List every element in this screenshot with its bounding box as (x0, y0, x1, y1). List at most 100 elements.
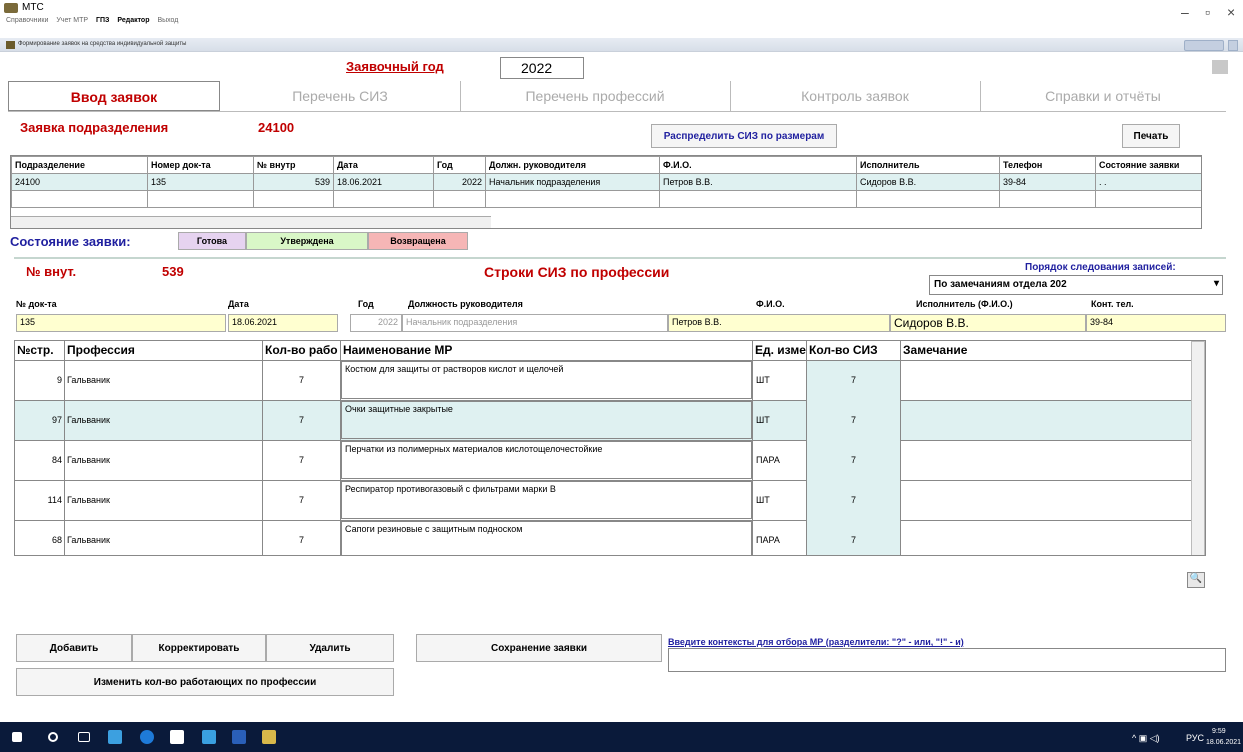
save-request-button[interactable]: Сохранение заявки (416, 634, 662, 662)
workers-cell[interactable]: 7 (263, 521, 341, 555)
mr-name-text[interactable]: Сапоги резиновые с защитным подноском (341, 521, 752, 555)
edit-button[interactable]: Корректировать (132, 634, 266, 662)
search-icon[interactable]: 🔍 (1187, 572, 1205, 588)
qty-cell[interactable]: 7 (807, 481, 901, 521)
year-field[interactable]: 2022 (500, 57, 584, 79)
date-field[interactable]: 18.06.2021 (228, 314, 338, 332)
profession-cell[interactable]: Гальваник (65, 481, 263, 521)
close-button[interactable]: × (1227, 4, 1235, 20)
edge-icon[interactable] (140, 730, 154, 744)
column-header[interactable]: Кол-во СИЗ (807, 341, 901, 361)
mr-name-cell[interactable]: Костюм для защиты от растворов кислот и … (341, 361, 753, 401)
workers-cell[interactable]: 7 (263, 361, 341, 401)
cell[interactable]: . . (1095, 173, 1201, 191)
tab-siz-list[interactable]: Перечень СИЗ (220, 81, 460, 111)
phone-field[interactable]: 39-84 (1086, 314, 1226, 332)
add-button[interactable]: Добавить (16, 634, 132, 662)
language-indicator[interactable]: РУС (1186, 733, 1204, 743)
column-header[interactable]: Кол-во рабо (263, 341, 341, 361)
change-workers-button[interactable]: Изменить кол-во работающих по профессии (16, 668, 394, 696)
column-header[interactable]: Год (433, 156, 486, 174)
mdi-window-controls[interactable] (1184, 40, 1224, 51)
column-header[interactable]: Состояние заявки (1095, 156, 1201, 174)
maximize-button[interactable]: ▫ (1205, 4, 1210, 20)
table-row[interactable]: 68 Гальваник 7 Сапоги резиновые с защитным … (15, 521, 1205, 555)
executor-field[interactable]: Сидоров В.В. (890, 314, 1086, 332)
tab-professions[interactable]: Перечень профессий (460, 81, 730, 111)
mr-name-cell[interactable]: Перчатки из полимерных материалов кислот… (341, 441, 753, 481)
tab-input[interactable]: Ввод заявок (8, 81, 220, 111)
word-icon[interactable] (232, 730, 246, 744)
table-row[interactable]: 84 Гальваник 7 Перчатки из полимерных матер… (15, 441, 1205, 481)
fio-field[interactable]: Петров В.В. (668, 314, 890, 332)
table-row[interactable]: 24100 135 539 18.06.2021 2022 Начальник … (11, 173, 1201, 191)
cell[interactable]: 39-84 (999, 173, 1096, 191)
tab-reports[interactable]: Справки и отчёты (980, 81, 1226, 111)
column-header[interactable]: Подразделение (11, 156, 148, 174)
cell[interactable]: 539 (253, 173, 334, 191)
distribute-siz-button[interactable]: Распределить СИЗ по размерам (651, 124, 837, 148)
unit-cell[interactable]: ШТ (753, 481, 807, 521)
profession-cell[interactable]: Гальваник (65, 401, 263, 441)
row-number-cell[interactable]: 84 (15, 441, 65, 481)
filter-input[interactable] (668, 648, 1226, 672)
note-cell[interactable] (901, 361, 1193, 401)
menu-exit[interactable]: Выход (157, 17, 178, 24)
workers-cell[interactable]: 7 (263, 481, 341, 521)
table-row[interactable]: 97 Гальваник 7 Очки защитные закрытые ШТ 7 (15, 401, 1205, 441)
cell[interactable]: 24100 (11, 173, 148, 191)
unit-cell[interactable]: ПАРА (753, 441, 807, 481)
column-header[interactable]: Профессия (65, 341, 263, 361)
minimize-button[interactable]: – (1181, 4, 1189, 20)
mr-name-text[interactable]: Костюм для защиты от растворов кислот и … (341, 361, 752, 399)
store-icon[interactable] (170, 730, 184, 744)
app-taskbar-icon[interactable] (262, 730, 276, 744)
unit-cell[interactable]: ШТ (753, 361, 807, 401)
mr-name-text[interactable]: Перчатки из полимерных материалов кислот… (341, 441, 752, 479)
mr-name-cell[interactable]: Респиратор противогазовый с фильтрами ма… (341, 481, 753, 521)
column-header[interactable]: №стр. (15, 341, 65, 361)
mr-name-text[interactable]: Респиратор противогазовый с фильтрами ма… (341, 481, 752, 519)
mdi-close-button[interactable] (1228, 40, 1238, 51)
workers-cell[interactable]: 7 (263, 401, 341, 441)
cell[interactable]: 135 (147, 173, 254, 191)
unit-cell[interactable]: ПАРА (753, 521, 807, 555)
row-number-cell[interactable]: 9 (15, 361, 65, 401)
menu-directories[interactable]: Справочники (6, 17, 48, 24)
tab-control[interactable]: Контроль заявок (730, 81, 980, 111)
table-row[interactable]: 114 Гальваник 7 Респиратор противогазовый с… (15, 481, 1205, 521)
qty-cell[interactable]: 7 (807, 361, 901, 401)
menu-gpz[interactable]: ГПЗ (96, 17, 109, 24)
horizontal-scrollbar[interactable] (11, 216, 491, 228)
tray-icons[interactable]: ^ ▣ ◁) (1132, 733, 1160, 744)
cell[interactable]: Начальник подразделения (485, 173, 660, 191)
row-number-cell[interactable]: 68 (15, 521, 65, 555)
column-header[interactable]: Номер док-та (147, 156, 254, 174)
menu-editor[interactable]: Редактор (117, 17, 149, 24)
note-cell[interactable] (901, 441, 1193, 481)
column-header[interactable]: Телефон (999, 156, 1096, 174)
profession-cell[interactable]: Гальваник (65, 521, 263, 555)
mr-name-cell[interactable]: Сапоги резиновые с защитным подноском (341, 521, 753, 555)
cell[interactable]: 18.06.2021 (333, 173, 434, 191)
qty-cell[interactable]: 7 (807, 441, 901, 481)
vertical-scrollbar[interactable] (1191, 341, 1205, 555)
file-explorer-icon[interactable] (108, 730, 122, 744)
mail-icon[interactable] (202, 730, 216, 744)
column-header[interactable]: № внутр (253, 156, 334, 174)
note-cell[interactable] (901, 481, 1193, 521)
mr-name-cell[interactable]: Очки защитные закрытые (341, 401, 753, 441)
column-header[interactable]: Исполнитель (856, 156, 1000, 174)
qty-cell[interactable]: 7 (807, 401, 901, 441)
delete-button[interactable]: Удалить (266, 634, 394, 662)
note-cell[interactable] (901, 521, 1193, 555)
column-header[interactable]: Должн. руководителя (485, 156, 660, 174)
cell[interactable]: Петров В.В. (659, 173, 857, 191)
column-header[interactable]: Замечание (901, 341, 1193, 361)
cell[interactable]: Сидоров В.В. (856, 173, 1000, 191)
menu-mtr[interactable]: Учет МТР (56, 17, 88, 24)
row-number-cell[interactable]: 97 (15, 401, 65, 441)
qty-cell[interactable]: 7 (807, 521, 901, 555)
doc-no-field[interactable]: 135 (16, 314, 226, 332)
table-row[interactable]: 9 Гальваник 7 Костюм для защиты от растворо… (15, 361, 1205, 401)
